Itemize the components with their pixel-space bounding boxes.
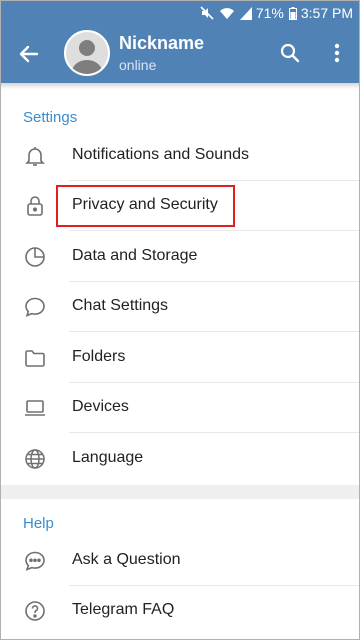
bell-icon [23,144,47,168]
settings-item-language[interactable]: Language [1,434,359,484]
search-icon [280,43,300,63]
battery-icon [288,6,297,20]
help-item-label: Telegram FAQ [72,601,175,618]
settings-item-chat-settings[interactable]: Chat Settings [1,282,359,332]
folder-icon [23,346,47,370]
app-bar-shadow [1,83,359,89]
globe-icon [23,447,47,471]
question-circle-icon [23,599,47,623]
privacy-highlight-box [56,185,235,227]
settings-section-title: Settings [23,109,78,126]
settings-item-notifications[interactable]: Notifications and Sounds [1,131,359,181]
signal-icon [239,6,252,20]
more-vertical-icon [334,43,340,63]
more-options-button[interactable] [323,38,351,68]
avatar[interactable] [64,30,110,76]
status-time: 3:57 PM [300,5,353,21]
help-item-label: Ask a Question [72,551,181,568]
settings-item-folders[interactable]: Folders [1,333,359,383]
settings-item-label: Folders [72,348,126,365]
profile-name: Nickname [119,33,205,53]
profile-status: online [119,57,157,73]
help-item-faq[interactable]: Telegram FAQ [1,586,359,636]
arrow-left-icon [19,45,39,63]
pie-chart-icon [23,245,47,269]
search-button[interactable] [275,38,305,68]
back-button[interactable] [14,39,44,69]
mute-icon [200,6,214,20]
help-item-ask-question[interactable]: Ask a Question [1,536,359,586]
settings-item-label: Language [72,449,144,466]
wifi-icon [219,7,235,20]
laptop-icon [23,396,47,420]
status-bar: 71% 3:57 PM [1,1,359,25]
chat-bubble-icon [23,295,47,319]
settings-item-label: Chat Settings [72,297,169,314]
lock-icon [23,194,47,218]
settings-item-data-storage[interactable]: Data and Storage [1,232,359,282]
divider [69,331,359,332]
divider [69,432,359,433]
settings-item-label: Notifications and Sounds [72,146,249,163]
battery-percent: 71% [255,5,284,21]
settings-item-devices[interactable]: Devices [1,383,359,433]
app-bar: Nickname online [1,25,359,83]
help-section-title: Help [23,515,54,532]
settings-item-label: Devices [72,398,129,415]
settings-item-label: Data and Storage [72,247,198,264]
user-silhouette-icon [66,32,108,74]
screen: 71% 3:57 PM Nickname online Settings Not… [0,0,360,640]
section-gap [1,485,359,499]
divider [69,230,359,231]
chat-dots-icon [23,549,47,573]
